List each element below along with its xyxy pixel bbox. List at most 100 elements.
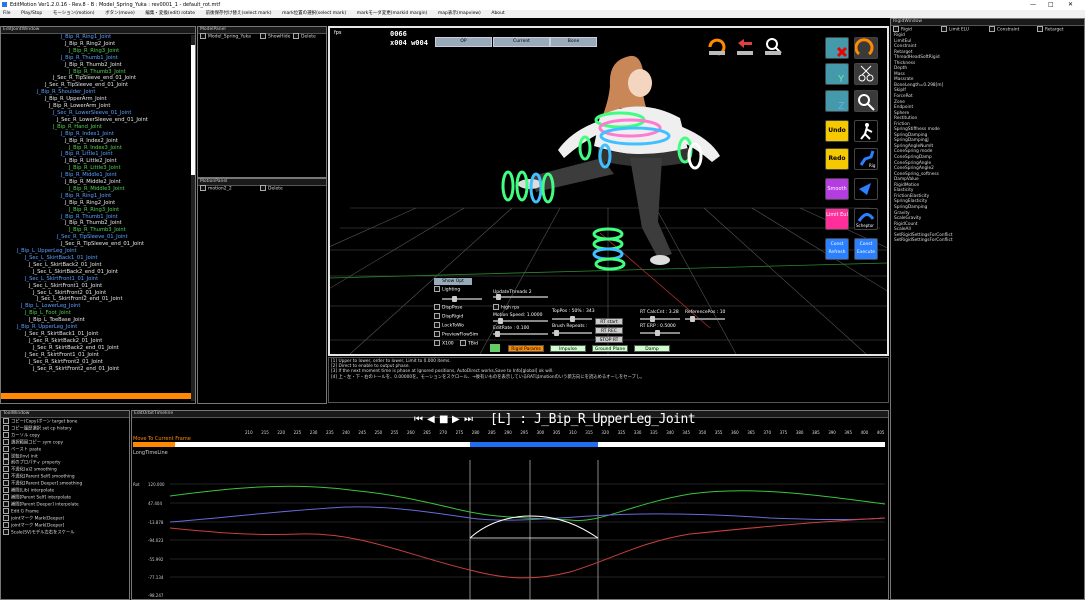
tree-node[interactable]: J_Bip_R_Middle2_Joint [1, 179, 191, 186]
tab-limit-elu[interactable]: Limit ELU [941, 26, 969, 33]
tool-item-check[interactable] [3, 466, 9, 473]
motion-check[interactable] [200, 185, 206, 191]
tool-item[interactable]: 不透化[Parent Self] smoothing [3, 473, 129, 480]
tool-item-check[interactable] [3, 445, 9, 452]
limit-eul-button[interactable]: Limit Eul [825, 208, 849, 230]
tree-node[interactable]: J_Bip_R_Shoulder_Joint [1, 89, 191, 96]
tree-node[interactable]: J_Bip_R_Thumb3_Joint [1, 69, 191, 76]
rotate-arrow-icon[interactable] [854, 37, 878, 59]
tree-node[interactable]: J_Sec_L_SkirtFront1_01_Joint [1, 276, 191, 283]
tool-item-check[interactable] [3, 500, 9, 507]
magnify-icon[interactable] [854, 90, 878, 112]
tool-item[interactable]: 前のプロパティ property [3, 459, 129, 466]
tool-item[interactable]: 逆転(Inv) init [3, 452, 129, 460]
tree-node[interactable]: J_Sec_L_SkirtFront2_end_01_Joint [1, 296, 191, 303]
tree-node[interactable]: J_Bip_R_Ring3_Joint [1, 48, 191, 55]
tool-item[interactable]: ペースト paste [3, 445, 129, 453]
step-back-icon[interactable]: ◀ [427, 414, 435, 425]
model-check[interactable] [200, 33, 206, 39]
menu-about[interactable]: About [491, 10, 504, 18]
tool-item-check[interactable] [3, 528, 9, 535]
delete-x-icon[interactable] [825, 37, 849, 59]
stop-rt-button[interactable]: STOP RT [595, 336, 623, 343]
rigid-setting-row[interactable]: SetRigidSettingsForConflict [894, 238, 1082, 244]
const-refresh-button[interactable]: Const Refresh [825, 238, 849, 260]
rt-erp-slider[interactable] [640, 330, 680, 336]
tree-node[interactable]: J_Bip_R_Hand_Joint [1, 124, 191, 131]
zoom-tool-icon[interactable] [762, 35, 784, 57]
reference-pos-slider[interactable] [685, 316, 725, 322]
op-dropdown[interactable]: OP [435, 37, 492, 47]
tool-item-check[interactable] [3, 514, 9, 521]
ground-plane-button[interactable]: Ground Plane [592, 345, 628, 352]
motion-entry[interactable]: motion2_2 [200, 185, 232, 192]
tree-node[interactable]: J_Sec_L_SkirtBack2_01_Joint [1, 262, 191, 269]
tool-item[interactable]: 不透化(a)2 smoothing [3, 466, 129, 473]
smooth-arrow-icon[interactable] [854, 178, 878, 200]
motion-delete-check[interactable] [260, 185, 266, 191]
menu-mark-modify[interactable]: markモーダ変更(markid margin) [357, 10, 428, 18]
tree-node[interactable]: J_Sec_R_LowerSleeve_01_Joint [1, 110, 191, 117]
tree-node[interactable]: J_Sec_R_SkirtFront2_01_Joint [1, 359, 191, 366]
tree-node[interactable]: J_Sec_R_LowerSleeve_end_01_Joint [1, 117, 191, 124]
tree-node[interactable]: J_Sec_R_TipSleeve_end_01_Joint [1, 82, 191, 89]
tab-retarget[interactable]: Retarget [1037, 26, 1064, 33]
tree-node[interactable]: J_Sec_R_SkirtBack2_01_Joint [1, 338, 191, 345]
motion-speed-slider[interactable] [493, 318, 548, 324]
tree-node[interactable]: J_Bip_L_UpperLeg_Joint [1, 248, 191, 255]
copy-y-icon[interactable]: Y [825, 63, 849, 85]
tree-node[interactable]: J_Sec_R_TipSleeve_end_01_Joint [1, 241, 191, 248]
model-show-hide[interactable]: ShowHide [260, 33, 290, 40]
menu-file[interactable]: File [3, 10, 11, 18]
impulse-button[interactable]: Impulse [550, 345, 586, 352]
tree-node[interactable]: J_Sec_L_SkirtBack2_end_01_Joint [1, 269, 191, 276]
viewport-3d[interactable]: fps 0066 x004 w004 OP Current Bone Y Z U… [328, 26, 889, 356]
tool-item-check[interactable] [3, 431, 9, 438]
high-rps-check[interactable]: high rps [493, 304, 519, 311]
tool-item[interactable]: jointマーク Mark[Deeper] [3, 521, 129, 529]
minimize-button[interactable]: — [1030, 1, 1036, 8]
tree-node[interactable]: J_Sec_R_SkirtFront1_01_Joint [1, 352, 191, 359]
maximize-button[interactable]: □ [1048, 1, 1054, 8]
tree-node[interactable]: J_Sec_R_TipSleeve_end_01_Joint [1, 75, 191, 82]
lighting-slider[interactable] [442, 296, 482, 302]
tool-item-check[interactable] [3, 452, 9, 459]
menu-mark-select[interactable]: mark位置の選択(select mark) [282, 10, 346, 18]
tree-node[interactable]: J_Bip_L_Foot_Joint [1, 310, 191, 317]
x100-check[interactable]: X100 [434, 340, 454, 347]
redo-button[interactable]: Redo [825, 148, 849, 170]
tree-node[interactable]: J_Bip_R_Little2_Joint [1, 158, 191, 165]
tree-node[interactable]: J_Bip_R_Little1_Joint [1, 151, 191, 158]
skip-forward-icon[interactable]: ⏭ [464, 414, 473, 425]
rotate-tool-icon[interactable] [706, 35, 728, 57]
rt-rec-button[interactable]: RT REC [595, 327, 623, 334]
tree-node[interactable]: J_Bip_R_Thumb2_Joint [1, 62, 191, 69]
green-frog-icon[interactable] [490, 344, 500, 352]
tree-node[interactable]: J_Bip_L_LowerLeg_Joint [1, 303, 191, 310]
tbid-check[interactable]: TBid [460, 340, 478, 347]
tool-item-check[interactable] [3, 459, 9, 466]
model-entry[interactable]: Model_Spring_Yuka [200, 33, 251, 40]
calc-cnt-slider[interactable] [640, 316, 680, 322]
tree-node[interactable]: J_Bip_R_UpperLeg_Joint [1, 324, 191, 331]
tab-constraint[interactable]: Constraint [989, 26, 1019, 33]
tree-node[interactable]: J_Bip_R_Index1_Joint [1, 131, 191, 138]
motion-delete[interactable]: Delete [260, 185, 283, 192]
preview-flow-check[interactable]: PreviewFlowSim [434, 331, 478, 338]
tool-item-check[interactable] [3, 480, 9, 487]
tool-item[interactable]: コピー履歴選択 set cp history [3, 424, 129, 432]
tool-item-check[interactable] [3, 418, 9, 424]
tool-item[interactable]: コピー(Copy)ボーン target bone [3, 418, 129, 425]
tool-item[interactable]: 補間[Parent Self] interpolate [3, 493, 129, 501]
stop-icon[interactable]: ■ [439, 414, 448, 425]
tree-node[interactable]: J_Bip_R_LowerArm_Joint [1, 103, 191, 110]
tree-node[interactable]: J_Bip_R_Middle1_Joint [1, 172, 191, 179]
tree-node[interactable]: J_Sec_L_SkirtBack1_01_Joint [1, 255, 191, 262]
tool-item-check[interactable] [3, 487, 9, 494]
menu-edit[interactable]: 編集・変換(edit) rotate [145, 10, 195, 18]
tool-item[interactable]: 補間(Lib) interpolate [3, 487, 129, 494]
undo-button[interactable]: Undo [825, 120, 849, 142]
tool-item-check[interactable] [3, 493, 9, 500]
toe-pos-slider[interactable] [552, 316, 592, 322]
tree-node[interactable]: J_Bip_R_Ring2_Joint [1, 41, 191, 48]
